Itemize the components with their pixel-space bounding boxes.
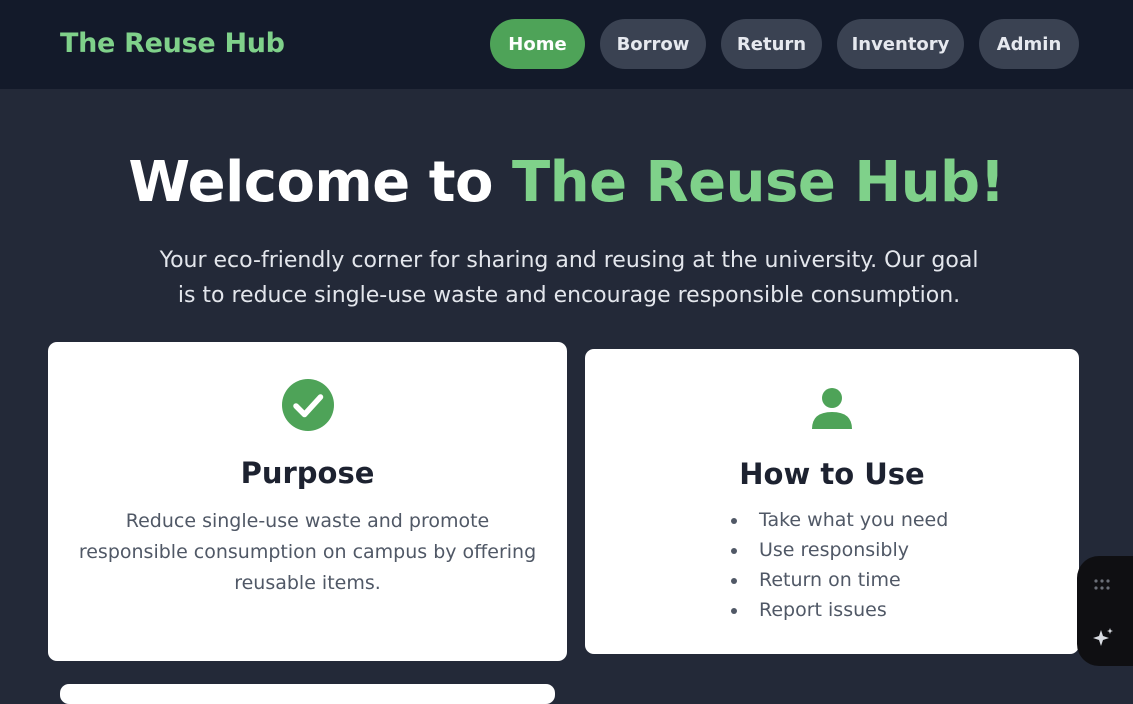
how-to-use-title: How to Use	[739, 457, 925, 491]
list-item: Use responsibly	[731, 535, 948, 565]
purpose-card: Purpose Reduce single-use waste and prom…	[48, 342, 567, 661]
nav-home-button[interactable]: Home	[490, 19, 585, 69]
list-item: Report issues	[731, 595, 948, 625]
top-navbar: The Reuse Hub Home Borrow Return Invento…	[0, 0, 1133, 89]
purpose-title: Purpose	[240, 456, 375, 490]
grip-dots-icon[interactable]	[1093, 578, 1111, 592]
nav-admin-button[interactable]: Admin	[979, 19, 1079, 69]
nav-borrow-button[interactable]: Borrow	[600, 19, 706, 69]
nav-return-button[interactable]: Return	[721, 19, 822, 69]
list-item: Return on time	[731, 565, 948, 595]
nav-inventory-button[interactable]: Inventory	[837, 19, 964, 69]
hero-title: Welcome to The Reuse Hub!	[0, 150, 1133, 215]
floating-widget[interactable]	[1077, 556, 1133, 666]
hero-title-accent: The Reuse Hub!	[512, 150, 1005, 215]
how-to-use-list: Take what you need Use responsibly Retur…	[731, 505, 948, 625]
check-circle-icon	[281, 379, 334, 431]
hero-subtitle: Your eco-friendly corner for sharing and…	[159, 248, 979, 308]
user-icon	[812, 388, 852, 429]
main-nav: Home Borrow Return Inventory Admin	[0, 19, 1133, 69]
hero-title-prefix: Welcome to	[128, 150, 512, 215]
sparkle-icon[interactable]	[1091, 626, 1115, 650]
list-item: Take what you need	[731, 505, 948, 535]
purpose-text: Reduce single-use waste and promote resp…	[78, 510, 537, 594]
next-card-partial	[60, 684, 555, 704]
